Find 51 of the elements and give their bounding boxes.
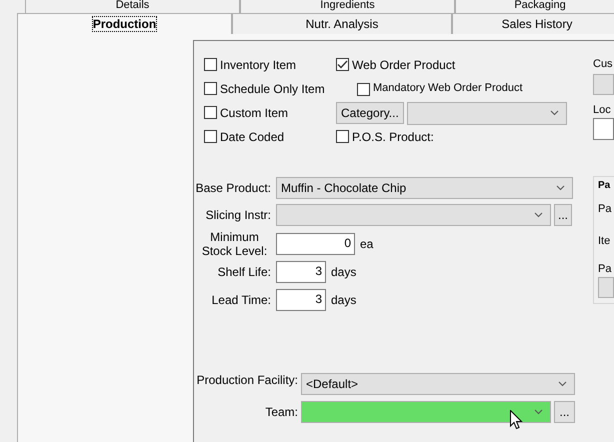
- field-label: Lead Time:: [210, 292, 272, 308]
- field[interactable]: [593, 74, 614, 96]
- checkbox[interactable]: [336, 130, 349, 144]
- tab[interactable]: Ingredients: [240, 0, 455, 13]
- checkbox-label: Schedule Only Item: [220, 82, 325, 96]
- unit-label: days: [331, 264, 356, 280]
- unit-label: days: [331, 292, 356, 308]
- field-label: Base Product:: [194, 180, 272, 196]
- checkbox-label: Custom Item: [220, 106, 288, 120]
- field-label: Slicing Instr:: [204, 208, 272, 222]
- checkbox-label: Web Order Product: [352, 58, 456, 72]
- mouse-pointer-icon: [510, 410, 523, 430]
- chevron-down-icon: [534, 212, 543, 218]
- field-label: Loc: [593, 104, 612, 118]
- input-field[interactable]: [593, 118, 614, 140]
- chevron-down-icon: [556, 185, 565, 191]
- browse-button[interactable]: ...: [554, 401, 575, 423]
- number-field[interactable]: 3: [276, 289, 326, 311]
- category-button[interactable]: Category...: [336, 102, 404, 124]
- base-product-dropdown[interactable]: Muffin - Chocolate Chip: [276, 177, 573, 199]
- checkbox[interactable]: [204, 130, 217, 144]
- field-label: Team:: [264, 404, 299, 420]
- number-field[interactable]: 0: [276, 233, 355, 255]
- chevron-down-icon: [550, 110, 559, 116]
- unit-label: ea: [360, 236, 374, 252]
- chevron-down-icon: [558, 381, 567, 387]
- browse-button[interactable]: ...: [554, 204, 572, 226]
- checkbox[interactable]: [336, 58, 349, 72]
- checkbox[interactable]: [357, 82, 370, 96]
- checkbox-label: Inventory Item: [220, 58, 296, 72]
- field-label: Shelf Life:: [216, 264, 272, 280]
- field-label: Minimum Stock Level:: [200, 230, 268, 258]
- facility-dropdown[interactable]: <Default>: [301, 373, 575, 395]
- field-label: Pa: [598, 202, 612, 216]
- checkbox[interactable]: [204, 82, 217, 96]
- tab[interactable]: Nutr. Analysis: [232, 13, 452, 34]
- checkbox-label: P.O.S. Product:: [352, 130, 434, 144]
- checkbox[interactable]: [204, 106, 217, 120]
- checkbox-label: Date Coded: [220, 130, 284, 144]
- field-label: Ite: [598, 234, 612, 248]
- tab[interactable]: Production: [17, 13, 232, 34]
- checkbox[interactable]: [204, 58, 217, 72]
- tab[interactable]: Sales History: [452, 13, 614, 34]
- field-label: Cus: [593, 58, 614, 72]
- checkbox-label: Mandatory Web Order Product: [373, 82, 523, 96]
- field-label: Production Facility:: [196, 373, 299, 388]
- chevron-down-icon: [534, 409, 543, 415]
- tab[interactable]: Details: [25, 0, 240, 13]
- field-label: Pa: [598, 262, 612, 276]
- number-field[interactable]: 3: [276, 261, 326, 283]
- field[interactable]: [598, 277, 614, 298]
